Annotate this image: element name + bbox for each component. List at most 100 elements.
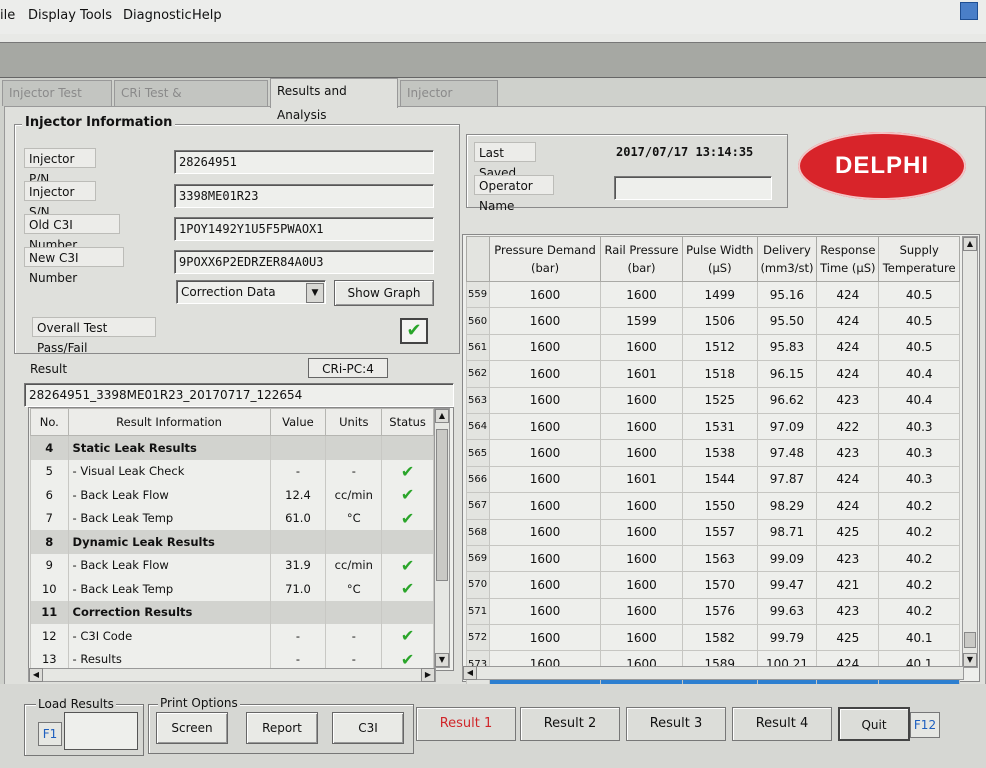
scroll-left-icon[interactable]: ◀ — [29, 668, 43, 682]
chevron-down-icon[interactable]: ▼ — [306, 283, 324, 303]
f12-key[interactable]: F12 — [910, 712, 940, 738]
injector-sn-field[interactable]: 3398ME01R23 — [174, 184, 434, 208]
tab-cri-test-measurement[interactable]: CRi Test & Measurement — [114, 80, 268, 124]
data-grid-hscrollbar[interactable]: ◀ — [462, 666, 964, 680]
grid-row[interactable]: 567 1600 1600 1550 98.29 424 40.2 — [466, 492, 960, 520]
col-value[interactable]: Value — [269, 408, 327, 436]
grid-cell: 40.1 — [878, 624, 960, 652]
grid-col-header[interactable]: Pulse Width (µS) — [681, 236, 758, 282]
tab-results-and-analysis[interactable]: Results and Analysis — [270, 78, 398, 122]
result-row[interactable]: 5- Visual Leak Check - - ✔ — [30, 459, 434, 483]
menu-diagnostic[interactable]: Diagnostic — [123, 8, 192, 23]
grid-row[interactable]: 572 1600 1600 1582 99.79 425 40.1 — [466, 624, 960, 652]
tab-injector-archive[interactable]: Injector Archive — [400, 80, 498, 124]
result-table-hscrollbar[interactable]: ◀ ▶ — [28, 668, 436, 682]
grid-scrollbar-thumb[interactable] — [964, 632, 976, 648]
grid-cell: 99.63 — [756, 597, 818, 626]
menu-tools[interactable]: Tools — [80, 8, 112, 23]
scroll-up-icon[interactable]: ▲ — [435, 409, 449, 423]
quit-button[interactable]: Quit — [838, 707, 910, 741]
show-graph-button[interactable]: Show Graph — [334, 280, 434, 306]
grid-cell: 1600 — [600, 280, 683, 309]
result-row[interactable]: 6- Back Leak Flow 12.4 cc/min ✔ — [30, 483, 434, 507]
result-cell-no: 8 — [30, 530, 69, 554]
col-result-info[interactable]: Result Information — [67, 408, 271, 436]
result-2-button[interactable]: Result 2 — [520, 707, 620, 741]
result-3-button[interactable]: Result 3 — [626, 707, 726, 741]
grid-row[interactable]: 568 1600 1600 1557 98.71 425 40.2 — [466, 518, 960, 546]
grid-scroll-down-icon[interactable]: ▼ — [963, 653, 977, 667]
grid-cell: 1582 — [681, 624, 758, 652]
grid-row[interactable]: 563 1600 1600 1525 96.62 423 40.4 — [466, 386, 960, 414]
col-units[interactable]: Units — [325, 408, 383, 436]
new-c3i-field[interactable]: 9POXX6P2EDRZER84A0U3 — [174, 250, 434, 274]
grid-cell: 1550 — [681, 492, 758, 520]
result-row[interactable]: 12- C3I Code - - ✔ — [30, 624, 434, 648]
menu-display[interactable]: Display — [28, 8, 76, 23]
grid-col-title: Pulse Width — [686, 243, 754, 257]
grid-row[interactable]: 560 1600 1599 1506 95.50 424 40.5 — [466, 307, 960, 335]
grid-col-header[interactable]: Delivery (mm3/st) — [756, 236, 818, 282]
menu-file[interactable]: ile — [0, 8, 15, 23]
grid-cell: 1600 — [488, 518, 602, 546]
print-report-button[interactable]: Report — [246, 712, 318, 744]
result-table-scrollbar[interactable]: ▲ ▼ — [434, 408, 450, 668]
scroll-right-icon[interactable]: ▶ — [421, 668, 435, 682]
result-row[interactable]: 10- Back Leak Temp 71.0 °C ✔ — [30, 577, 434, 601]
grid-row-number: 571 — [466, 597, 490, 626]
result-cell-no: 11 — [30, 600, 69, 624]
grid-cell: 1600 — [488, 412, 602, 441]
f1-key[interactable]: F1 — [38, 722, 62, 746]
result-cell-value: 31.9 — [269, 553, 327, 577]
old-c3i-field[interactable]: 1POY1492Y1U5F5PWAOX1 — [174, 217, 434, 241]
grid-row[interactable]: 562 1600 1601 1518 96.15 424 40.4 — [466, 360, 960, 388]
grid-row[interactable]: 564 1600 1600 1531 97.09 422 40.3 — [466, 412, 960, 441]
grid-row[interactable]: 570 1600 1600 1570 99.47 421 40.2 — [466, 571, 960, 599]
grid-row[interactable]: 561 1600 1600 1512 95.83 424 40.5 — [466, 333, 960, 362]
result-section-row[interactable]: 4 Static Leak Results — [30, 435, 434, 460]
result-1-button[interactable]: Result 1 — [416, 707, 516, 741]
grid-scroll-up-icon[interactable]: ▲ — [963, 237, 977, 251]
data-grid-scrollbar[interactable]: ▲ ▼ — [962, 236, 978, 668]
grid-col-header[interactable]: Response Time (µS) — [816, 236, 880, 282]
menu-help[interactable]: Help — [192, 8, 222, 23]
result-row[interactable]: 7- Back Leak Temp 61.0 °C ✔ — [30, 506, 434, 530]
grid-scroll-left-icon[interactable]: ◀ — [463, 666, 477, 680]
last-saved-label: Last Saved — [474, 142, 536, 180]
grid-row[interactable]: 559 1600 1600 1499 95.16 424 40.5 — [466, 280, 960, 309]
scroll-down-icon[interactable]: ▼ — [435, 653, 449, 667]
print-c3i-button[interactable]: C3I — [332, 712, 404, 744]
grid-col-title: Pressure Demand — [494, 243, 596, 257]
window-restore-icon[interactable] — [960, 2, 978, 20]
grid-row-number: 562 — [466, 360, 490, 388]
result-4-button[interactable]: Result 4 — [732, 707, 832, 741]
correction-data-select[interactable]: Correction Data ▼ — [176, 280, 326, 304]
grid-row[interactable]: 565 1600 1600 1538 97.48 423 40.3 — [466, 439, 960, 467]
grid-row-number: 564 — [466, 412, 490, 441]
grid-row[interactable]: 571 1600 1600 1576 99.63 423 40.2 — [466, 597, 960, 626]
grid-cell: 425 — [816, 518, 880, 546]
print-screen-button[interactable]: Screen — [156, 712, 228, 744]
operator-name-field[interactable] — [614, 176, 772, 200]
grid-cell: 40.2 — [878, 597, 960, 626]
result-section-row[interactable]: 11 Correction Results — [30, 600, 434, 624]
col-status[interactable]: Status — [381, 408, 434, 436]
grid-col-title: Delivery — [763, 243, 811, 257]
grid-col-header[interactable]: Rail Pressure (bar) — [600, 236, 683, 282]
result-row[interactable]: 9- Back Leak Flow 31.9 cc/min ✔ — [30, 553, 434, 577]
grid-cell: 1557 — [681, 518, 758, 546]
grid-row[interactable]: 569 1600 1600 1563 99.09 423 40.2 — [466, 544, 960, 573]
injector-pn-field[interactable]: 28264951 — [174, 150, 434, 174]
grid-col-header[interactable]: Pressure Demand (bar) — [488, 236, 602, 282]
grid-cell: 1600 — [600, 571, 683, 599]
scrollbar-thumb[interactable] — [436, 429, 448, 581]
col-no[interactable]: No. — [30, 408, 69, 436]
result-section-row[interactable]: 8 Dynamic Leak Results — [30, 530, 434, 554]
grid-col-header[interactable]: Supply Temperature — [878, 236, 960, 282]
tab-injector-test-type[interactable]: Injector Test Type — [2, 80, 112, 124]
load-results-button[interactable] — [64, 712, 138, 750]
grid-col-unit: (mm3/st) — [760, 261, 814, 275]
grid-row[interactable]: 566 1600 1601 1544 97.87 424 40.3 — [466, 465, 960, 494]
result-cell-info: Correction Results — [67, 600, 271, 624]
result-file-field[interactable]: 28264951_3398ME01R23_20170717_122654 — [24, 383, 454, 407]
